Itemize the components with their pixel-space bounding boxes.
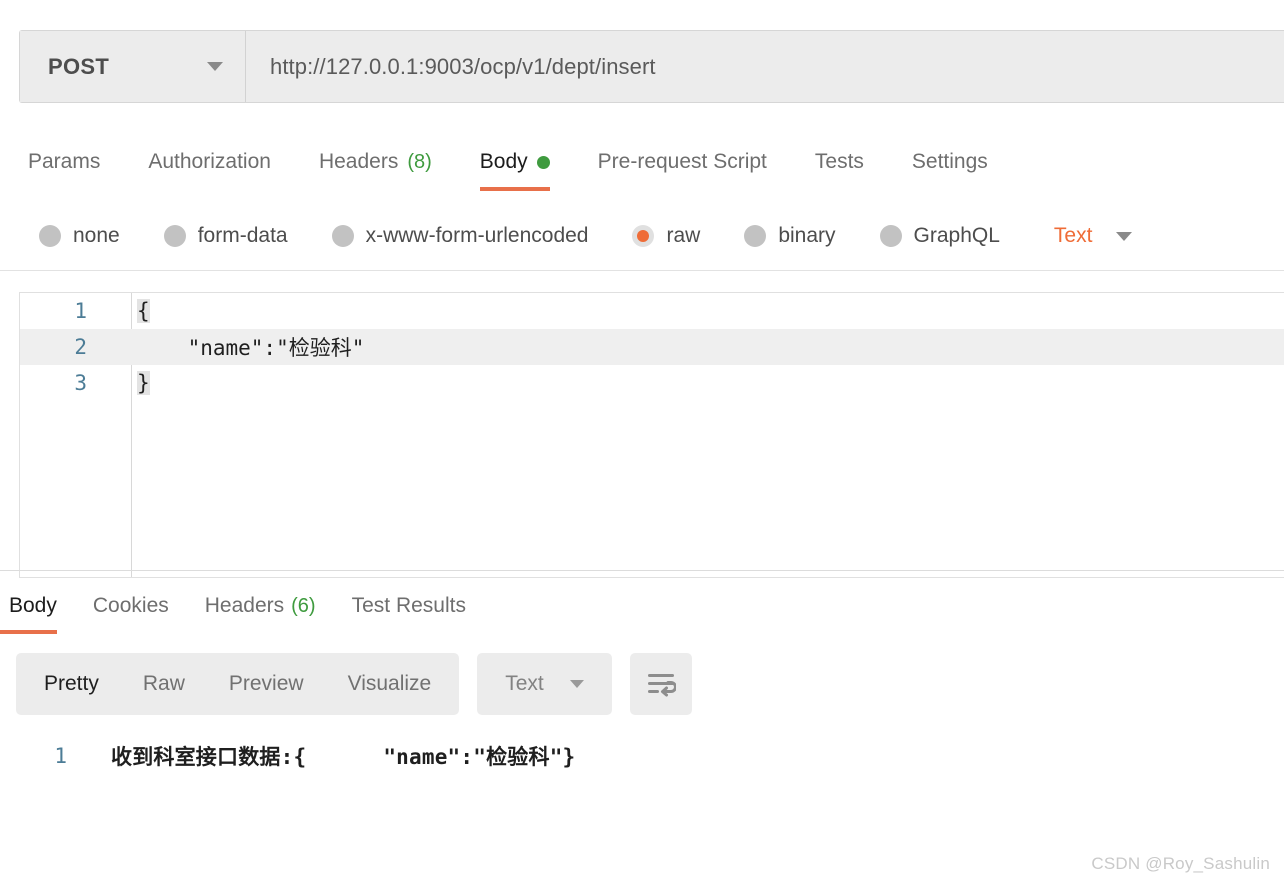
line-number: 1 — [74, 299, 87, 323]
editor-line-active: 2 "name":"检验科" — [20, 329, 1284, 365]
radio-label: binary — [778, 224, 836, 247]
tab-label: Test Results — [351, 594, 466, 617]
tab-label: Headers — [318, 150, 399, 173]
view-mode-raw[interactable]: Raw — [121, 672, 207, 696]
radio-label: form-data — [197, 224, 288, 247]
tab-count-badge: (6) — [291, 594, 316, 617]
request-tabs: Params Authorization Headers (8) Body Pr… — [0, 133, 1284, 193]
tab-settings[interactable]: Settings — [912, 133, 988, 191]
request-body-editor[interactable]: 1 { 2 "name":"检验科" 3 } — [19, 292, 1284, 578]
tab-label: Tests — [814, 150, 864, 173]
response-toolbar: Pretty Raw Preview Visualize Text — [0, 652, 1284, 716]
radio-label: x-www-form-urlencoded — [365, 224, 589, 247]
response-view-mode-group: Pretty Raw Preview Visualize — [16, 653, 460, 715]
response-tab-cookies[interactable]: Cookies — [93, 578, 169, 634]
response-format-label: Text — [505, 672, 544, 695]
body-type-graphql[interactable]: GraphQL — [879, 224, 1000, 248]
radio-icon — [744, 225, 767, 247]
line-content: { — [131, 299, 1284, 323]
wrap-lines-icon — [647, 674, 676, 697]
chevron-down-icon — [1116, 231, 1133, 241]
request-url-value: http://127.0.0.1:9003/ocp/v1/dept/insert — [270, 53, 656, 79]
body-type-none[interactable]: none — [39, 224, 120, 248]
body-type-x-www-form-urlencoded[interactable]: x-www-form-urlencoded — [331, 224, 589, 248]
tab-params[interactable]: Params — [28, 133, 100, 191]
tab-body[interactable]: Body — [479, 133, 550, 191]
http-method-select[interactable]: POST — [20, 31, 246, 102]
body-type-binary[interactable]: binary — [744, 224, 836, 248]
raw-format-select[interactable]: Text — [1054, 224, 1133, 248]
line-content: "name":"检验科" — [137, 336, 365, 360]
tab-label: Settings — [911, 150, 988, 173]
line-number: 1 — [54, 744, 67, 768]
brace-highlight: { — [137, 299, 150, 323]
radio-icon — [331, 225, 354, 247]
tab-tests[interactable]: Tests — [815, 133, 864, 191]
tab-pre-request-script[interactable]: Pre-request Script — [598, 133, 767, 191]
body-type-radio-group: none form-data x-www-form-urlencoded raw… — [0, 208, 1284, 264]
tab-label: Authorization — [148, 150, 271, 173]
tab-authorization[interactable]: Authorization — [148, 133, 271, 191]
tab-label: Params — [28, 150, 101, 173]
body-options-divider — [0, 270, 1284, 271]
response-body-line: 收到科室接口数据:{ "name":"检验科"} — [111, 745, 576, 769]
response-tabs: Body Cookies Headers (6) Test Results — [0, 578, 1284, 636]
radio-icon — [39, 225, 61, 247]
radio-label: raw — [666, 224, 701, 247]
wrap-lines-button[interactable] — [629, 653, 692, 715]
radio-icon — [879, 225, 902, 247]
raw-format-label: Text — [1053, 224, 1093, 247]
tab-label: Body — [479, 150, 528, 173]
response-tab-headers[interactable]: Headers (6) — [205, 578, 316, 634]
view-mode-pretty[interactable]: Pretty — [22, 672, 121, 696]
body-type-form-data[interactable]: form-data — [163, 224, 288, 248]
chevron-down-icon — [207, 62, 223, 71]
request-url-bar: POST http://127.0.0.1:9003/ocp/v1/dept/i… — [19, 30, 1284, 103]
view-mode-visualize[interactable]: Visualize — [326, 672, 454, 696]
request-url-input[interactable]: http://127.0.0.1:9003/ocp/v1/dept/insert — [246, 31, 1284, 102]
http-method-label: POST — [48, 53, 110, 79]
radio-label: GraphQL — [913, 224, 1000, 247]
postman-window: POST http://127.0.0.1:9003/ocp/v1/dept/i… — [0, 0, 1284, 894]
response-format-select[interactable]: Text — [477, 653, 612, 715]
line-content: } — [131, 371, 1284, 395]
radio-selected-icon — [632, 225, 655, 247]
brace-highlight: } — [137, 371, 150, 395]
line-number: 3 — [74, 371, 87, 395]
radio-label: none — [73, 224, 120, 247]
body-present-dot-icon — [536, 155, 550, 169]
tab-label: Headers — [204, 594, 285, 617]
tab-label: Cookies — [92, 594, 169, 617]
request-response-divider — [0, 570, 1284, 571]
tab-headers[interactable]: Headers (8) — [319, 133, 432, 191]
chevron-down-icon — [569, 680, 584, 688]
response-tab-test-results[interactable]: Test Results — [352, 578, 466, 634]
line-number: 2 — [74, 335, 87, 359]
tab-label: Body — [9, 594, 57, 617]
tab-label: Pre-request Script — [597, 150, 767, 173]
watermark: CSDN @Roy_Sashulin — [1091, 854, 1270, 873]
view-mode-preview[interactable]: Preview — [207, 672, 326, 696]
response-body-viewer: 1 收到科室接口数据:{ "name":"检验科"} — [0, 726, 1284, 786]
body-type-raw[interactable]: raw — [632, 224, 700, 248]
editor-line: 3 } — [20, 365, 1284, 401]
radio-icon — [163, 225, 186, 247]
tab-count-badge: (8) — [407, 150, 432, 173]
editor-line: 1 { — [20, 293, 1284, 329]
response-tab-body[interactable]: Body — [0, 578, 57, 634]
